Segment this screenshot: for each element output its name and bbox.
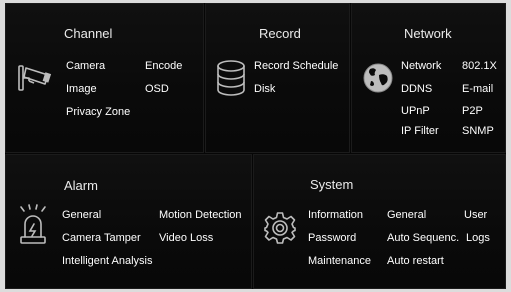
menu-item-camera[interactable]: Camera xyxy=(66,60,105,72)
menu-item-logs[interactable]: Logs xyxy=(466,232,490,244)
menu-item-information[interactable]: Information xyxy=(308,209,363,221)
globe-icon xyxy=(362,62,394,94)
menu-item-user[interactable]: User xyxy=(464,209,487,221)
alarm-light-icon xyxy=(17,204,49,246)
menu-item-privacy-zone[interactable]: Privacy Zone xyxy=(66,106,130,118)
menu-item-motion-detection[interactable]: Motion Detection xyxy=(159,209,242,221)
menu-item-camera-tamper[interactable]: Camera Tamper xyxy=(62,232,141,244)
menu-item-image[interactable]: Image xyxy=(66,83,97,95)
alarm-panel[interactable]: Alarm General Motion Detection Camera Ta… xyxy=(5,154,252,289)
record-title: Record xyxy=(259,26,301,41)
menu-item-ip-filter[interactable]: IP Filter xyxy=(401,125,439,137)
menu-item-encode[interactable]: Encode xyxy=(145,60,182,72)
menu-item-system-general[interactable]: General xyxy=(387,209,426,221)
record-panel[interactable]: Record Record Schedule Disk xyxy=(205,3,350,153)
network-panel[interactable]: Network Network 802.1X DDNS E-mail UPnP … xyxy=(351,3,506,153)
menu-item-ddns[interactable]: DDNS xyxy=(401,83,432,95)
menu-item-auto-restart[interactable]: Auto restart xyxy=(387,255,444,267)
gear-icon xyxy=(263,211,297,245)
menu-item-alarm-general[interactable]: General xyxy=(62,209,101,221)
menu-item-p2p[interactable]: P2P xyxy=(462,105,483,117)
menu-item-password[interactable]: Password xyxy=(308,232,356,244)
network-title: Network xyxy=(404,26,452,41)
menu-item-snmp[interactable]: SNMP xyxy=(462,125,494,137)
menu-item-intelligent-analysis[interactable]: Intelligent Analysis xyxy=(62,255,153,267)
channel-title: Channel xyxy=(64,26,113,41)
system-title: System xyxy=(310,177,354,192)
menu-item-auto-sequence[interactable]: Auto Sequenc. xyxy=(387,232,459,244)
cctv-camera-icon xyxy=(15,62,55,100)
menu-item-osd[interactable]: OSD xyxy=(145,83,169,95)
alarm-title: Alarm xyxy=(64,178,98,193)
menu-item-network[interactable]: Network xyxy=(401,60,441,72)
menu-item-disk[interactable]: Disk xyxy=(254,83,275,95)
menu-item-upnp[interactable]: UPnP xyxy=(401,105,430,117)
system-panel[interactable]: System Information General User Password… xyxy=(253,154,506,289)
channel-panel[interactable]: Channel Camera Encode Image OSD Privacy … xyxy=(5,3,204,153)
menu-item-maintenance[interactable]: Maintenance xyxy=(308,255,371,267)
menu-item-8021x[interactable]: 802.1X xyxy=(462,60,497,72)
main-menu: Channel Camera Encode Image OSD Privacy … xyxy=(5,3,506,289)
menu-item-email[interactable]: E-mail xyxy=(462,83,493,95)
database-icon xyxy=(215,59,247,97)
menu-item-record-schedule[interactable]: Record Schedule xyxy=(254,60,338,72)
menu-item-video-loss[interactable]: Video Loss xyxy=(159,232,213,244)
